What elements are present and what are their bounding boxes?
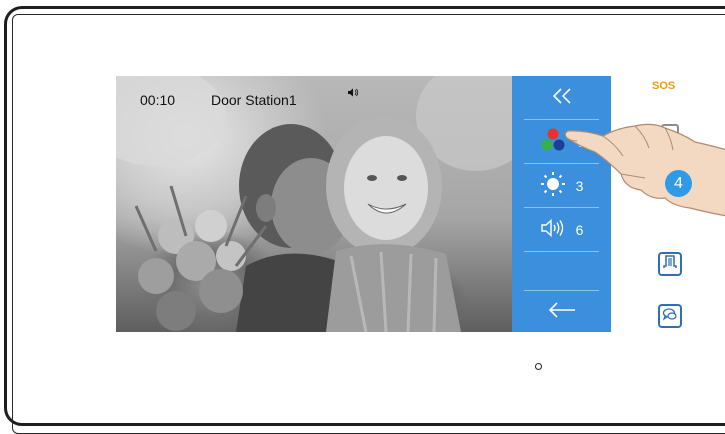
status-led <box>535 363 542 370</box>
video-screen: 00:10 Door Station1 <box>116 76 512 332</box>
station-name: Door Station1 <box>211 92 297 108</box>
double-chevron-left-icon <box>551 87 573 108</box>
speaker-small-icon <box>347 88 359 99</box>
unlock-button[interactable] <box>658 252 682 276</box>
volume-value: 6 <box>575 221 584 238</box>
camera-image <box>116 76 512 332</box>
chat-bubbles-icon <box>662 306 678 327</box>
speaker-icon <box>540 218 566 241</box>
return-button[interactable] <box>512 291 611 332</box>
talk-button[interactable] <box>658 304 682 328</box>
arrow-left-icon <box>547 302 577 321</box>
call-timer: 00:10 <box>140 92 176 108</box>
step-number-badge: 4 <box>665 170 692 197</box>
sos-button[interactable]: SOS <box>652 80 675 92</box>
pointing-hand-illustration <box>564 123 725 217</box>
menu-divider <box>524 251 599 252</box>
door-unlock-icon <box>662 254 678 275</box>
